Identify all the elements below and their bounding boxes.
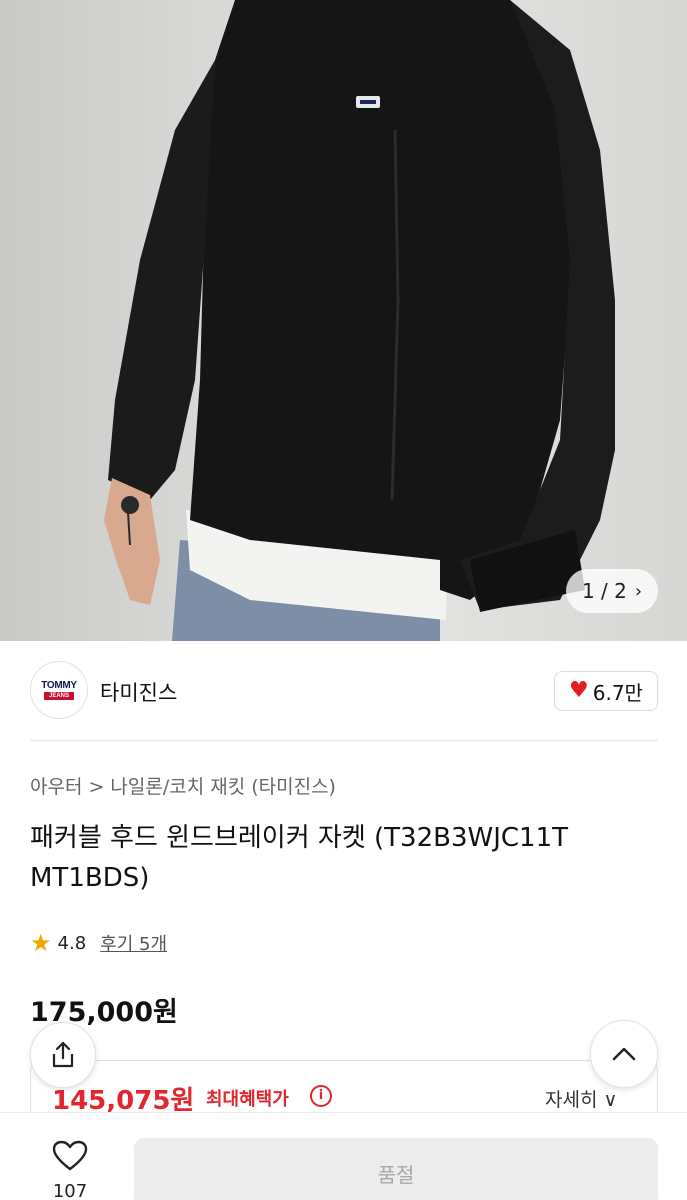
brand-like-count: 6.7만: [592, 680, 643, 705]
divider: [30, 740, 658, 741]
rating-row: ★ 4.8 후기 5개: [30, 930, 167, 956]
max-benefit-label: 최대혜택가: [206, 1089, 289, 1110]
brand-like-button[interactable]: ♥ 6.7만: [554, 671, 658, 711]
brand-row: TOMMY JEANS 타미진스 ♥ 6.7만: [30, 661, 658, 721]
review-count-link[interactable]: 후기 5개: [100, 930, 167, 956]
breadcrumb: 아우터 > 나일론/코치 재킷 (타미진스): [30, 772, 336, 799]
image-page-indicator[interactable]: 1 / 2 ›: [566, 569, 658, 613]
brand-logo-subtext: JEANS: [44, 692, 74, 700]
brand-logo-text: TOMMY: [41, 680, 77, 691]
product-title: 패커블 후드 윈드브레이커 자켓 (T32B3WJC11T MT1BDS): [30, 823, 569, 893]
breadcrumb-category[interactable]: 아우터: [30, 772, 82, 799]
soldout-button[interactable]: 품절: [134, 1138, 658, 1200]
breadcrumb-separator-icon: >: [88, 776, 105, 798]
page-indicator-text: 1 / 2: [581, 579, 627, 603]
heart-outline-icon: [52, 1140, 88, 1171]
product-image[interactable]: 1 / 2 ›: [0, 0, 687, 641]
wishlist-count: 107: [52, 1181, 88, 1200]
wishlist-button[interactable]: [42, 1140, 98, 1176]
share-icon: [52, 1041, 74, 1068]
brand-logo[interactable]: TOMMY JEANS: [30, 661, 88, 719]
rating-score: 4.8: [57, 932, 87, 954]
chevron-up-icon: [612, 1047, 636, 1061]
heart-icon: ♥: [569, 678, 589, 703]
scroll-top-button[interactable]: [590, 1020, 658, 1088]
breadcrumb-subcategory[interactable]: 나일론/코치 재킷 (타미진스): [110, 772, 336, 799]
info-icon[interactable]: i: [310, 1085, 332, 1107]
brand-name[interactable]: 타미진스: [100, 677, 177, 707]
detail-toggle[interactable]: 자세히 ∨: [545, 1085, 617, 1112]
star-icon: ★: [30, 929, 52, 957]
chevron-right-icon: ›: [634, 580, 643, 602]
jacket-illustration: [104, 0, 615, 641]
share-button[interactable]: [30, 1022, 96, 1088]
